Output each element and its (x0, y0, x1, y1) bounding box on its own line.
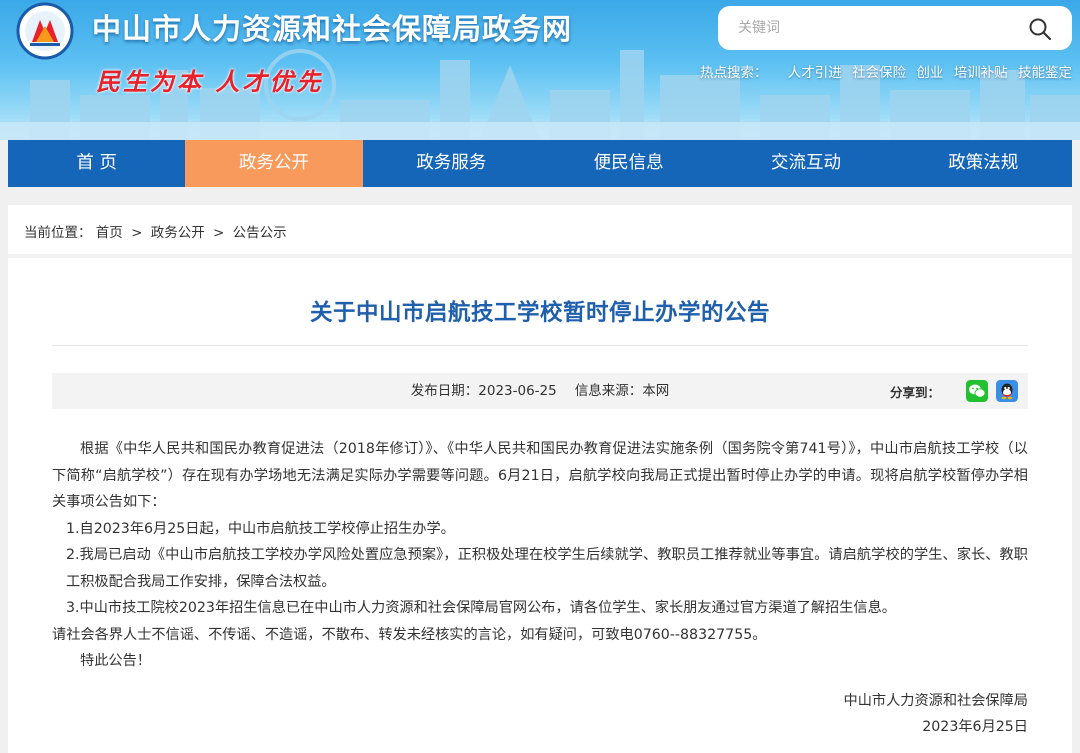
article-body: 根据《中华人民共和国民办教育促进法（2018年修订）》、《中华人民共和国民办教育… (52, 436, 1028, 741)
source: 本网 (642, 383, 670, 399)
nav-item-services[interactable]: 政务服务 (363, 140, 540, 187)
site-title: 中山市人力资源和社会保障局政务网 (92, 12, 573, 46)
hot-search-link[interactable]: 社会保险 (852, 65, 906, 81)
header-banner: 中山市人力资源和社会保障局政务网 民生为本 人才优先 热点搜索： 人才引进 社会… (0, 0, 1080, 140)
nav-item-interaction[interactable]: 交流互动 (717, 140, 894, 187)
publish-date: 2023-06-25 (478, 383, 557, 399)
search-icon[interactable] (1028, 17, 1052, 41)
breadcrumb-prefix: 当前位置： (24, 225, 92, 241)
hot-search-link[interactable]: 培训补贴 (954, 65, 1008, 81)
article-meta-bar: 发布日期：2023-06-25 信息来源：本网 分享到： (52, 373, 1028, 409)
article-paragraph: 根据《中华人民共和国民办教育促进法（2018年修订）》、《中华人民共和国民办教育… (52, 441, 1028, 510)
qq-icon[interactable] (996, 380, 1018, 402)
article-list-item: 1.自2023年6月25日起，中山市启航技工学校停止招生办学。 (66, 520, 455, 537)
breadcrumb-item-notices[interactable]: 公告公示 (233, 225, 287, 241)
bureau-logo (16, 2, 74, 60)
hot-search-label: 热点搜索： (700, 65, 768, 81)
hot-search-link[interactable]: 技能鉴定 (1018, 65, 1072, 81)
wechat-icon[interactable] (966, 380, 988, 402)
main-nav: 首 页 政务公开 政务服务 便民信息 交流互动 政策法规 (8, 140, 1072, 187)
article-meta: 发布日期：2023-06-25 信息来源：本网 (52, 373, 1028, 409)
source-label: 信息来源： (574, 383, 643, 399)
share-label: 分享到： (889, 384, 940, 400)
hot-search: 热点搜索： 人才引进 社会保险 创业 培训补贴 技能鉴定 (700, 61, 1072, 81)
divider (8, 254, 1072, 258)
article-title: 关于中山市启航技工学校暂时停止办学的公告 (309, 300, 770, 326)
breadcrumb-separator: > (213, 225, 225, 241)
nav-item-home[interactable]: 首 页 (8, 140, 185, 187)
share-bar: 分享到： (890, 379, 1018, 403)
signature-date: 2023年6月25日 (922, 719, 1028, 735)
signature-organization: 中山市人力资源和社会保障局 (843, 692, 1028, 709)
breadcrumb-item-government-affairs[interactable]: 政务公开 (151, 225, 205, 241)
article-list-item: 3.中山市技工院校2023年招生信息已在中山市人力资源和社会保障局官网公布，请各… (66, 600, 896, 616)
breadcrumb-separator: > (131, 225, 143, 241)
hot-search-link[interactable]: 人才引进 (788, 65, 842, 81)
article-paragraph: 请社会各界人士不信谣、不传谣、不造谣，不散布、转发未经核实的言论，如有疑问，可致… (52, 626, 767, 643)
divider (52, 345, 1028, 346)
publish-date-label: 发布日期： (410, 383, 479, 399)
nav-item-government-affairs[interactable]: 政务公开 (185, 140, 363, 187)
search-input[interactable] (738, 18, 1018, 38)
nav-item-public-info[interactable]: 便民信息 (540, 140, 717, 187)
slogan: 民生为本 人才优先 (96, 67, 324, 96)
content-card: 当前位置： 首页 > 政务公开 > 公告公示 关于中山市启航技工学校暂时停止办学… (8, 205, 1072, 753)
breadcrumb-item-home[interactable]: 首页 (96, 225, 123, 241)
breadcrumb: 当前位置： 首页 > 政务公开 > 公告公示 (24, 221, 287, 241)
nav-item-policies[interactable]: 政策法规 (895, 140, 1072, 187)
article-closing: 特此公告！ (80, 653, 151, 669)
search-box (718, 6, 1072, 50)
article-list-item: 2.我局已启动《中山市启航技工学校办学风险处置应急预案》，正积极处理在校学生后续… (66, 547, 1028, 590)
hot-search-link[interactable]: 创业 (916, 65, 943, 81)
